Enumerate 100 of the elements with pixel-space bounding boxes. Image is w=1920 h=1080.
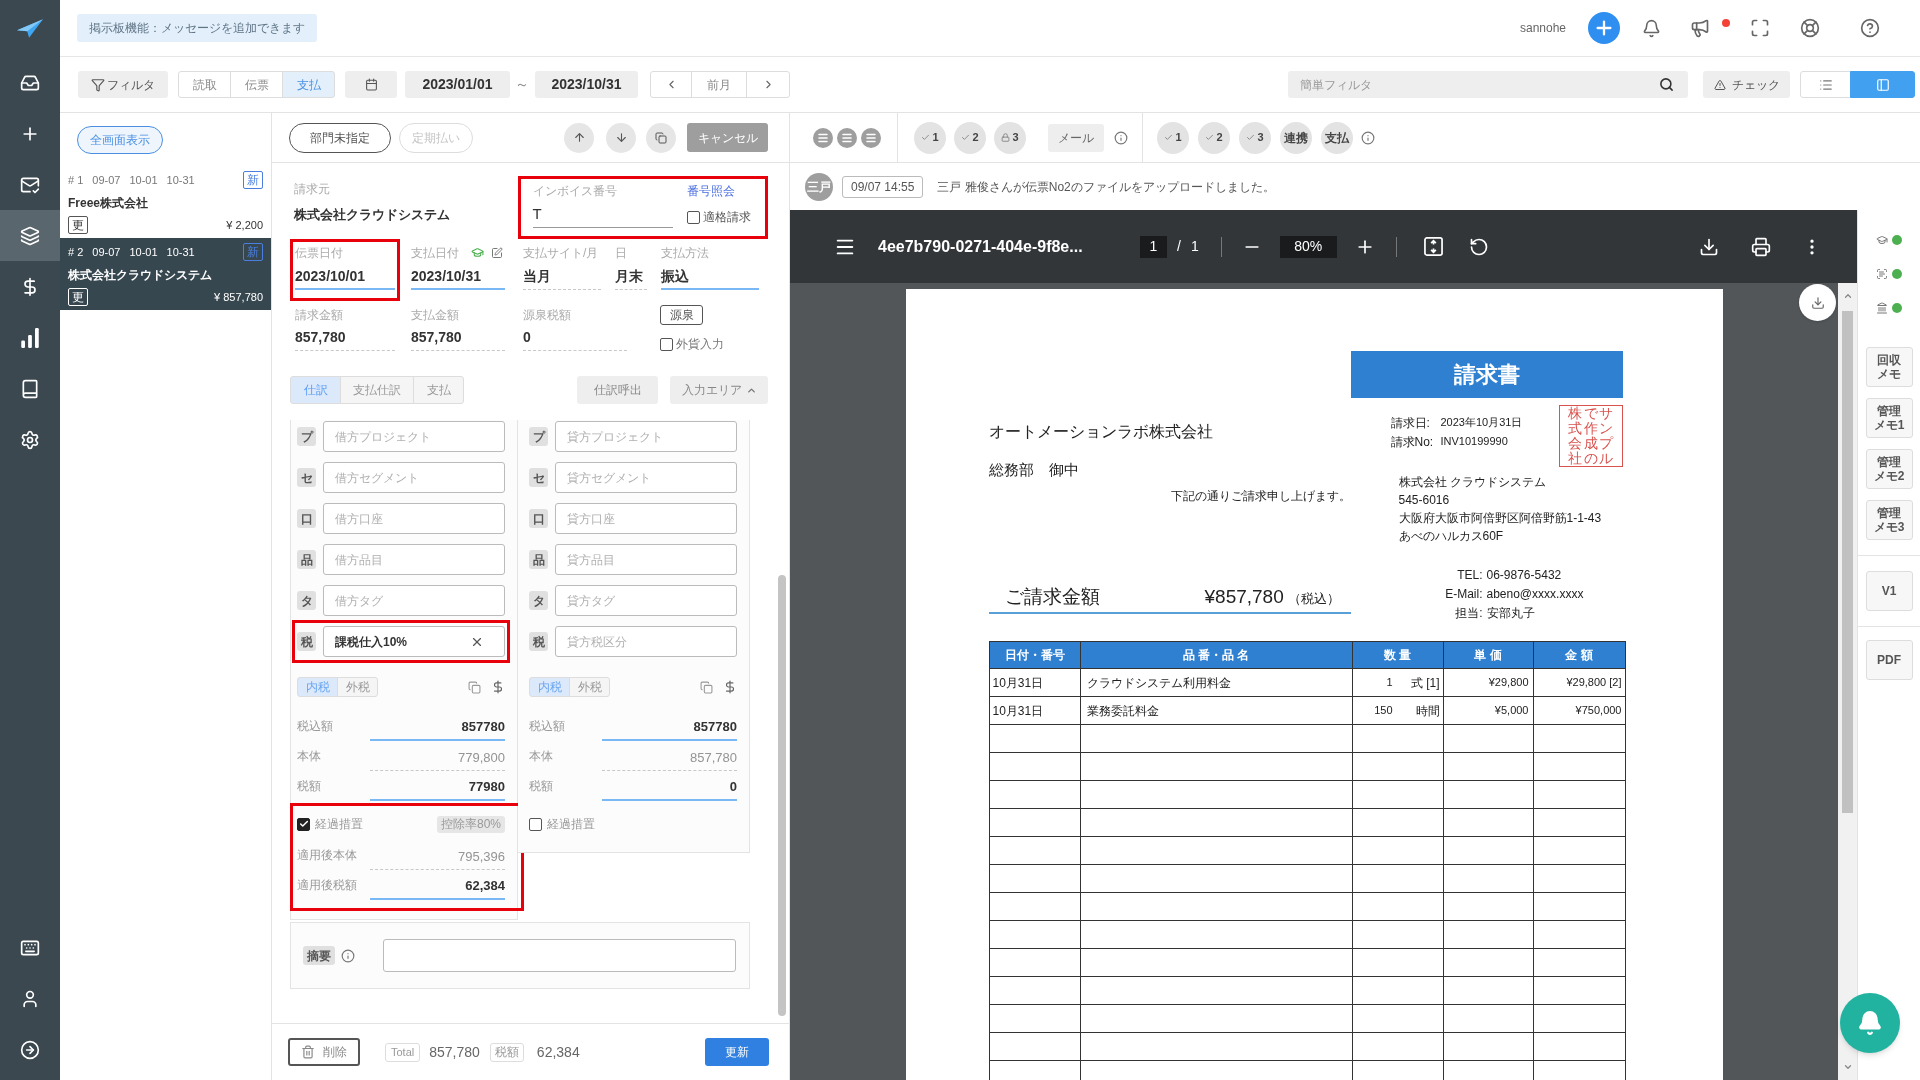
status-button[interactable]: 3 [1239,121,1271,154]
check-button[interactable]: チェック [1703,71,1790,98]
withholding-button[interactable]: 源泉 [660,305,703,325]
scroll-down-icon[interactable] [1842,1062,1853,1072]
mail-button[interactable]: メール [1048,123,1104,152]
download-icon[interactable] [1799,284,1836,321]
input-field[interactable]: 振込 [661,264,759,290]
input-field[interactable]: 貸方プロジェクト [555,421,737,452]
lookup-link[interactable]: 番号照会 [686,182,751,200]
view-toggle[interactable] [1850,71,1915,98]
scrollbar-thumb[interactable] [778,575,786,1016]
checkbox[interactable] [660,337,673,351]
input-field[interactable]: 借方プロジェクト [323,421,505,452]
field-label: 支払サイト/月 [523,244,599,262]
amount-label: 本体 [297,748,322,765]
help-icon[interactable] [1860,18,1880,38]
list-item[interactable]: # 2 09-07 10-01 10-31 新 株式会社クラウドシステム 更 ¥ 857,780 [60,238,271,310]
input-field[interactable]: 借方口座 [323,503,505,534]
copy-icon[interactable] [700,680,713,694]
status-button[interactable]: 連携 [1280,121,1312,154]
filter-button[interactable]: フィルタ [78,71,168,98]
nav-button[interactable] [0,210,60,261]
checkbox[interactable] [686,210,700,224]
input-field[interactable]: 貸方タグ [555,585,737,616]
table-cell: ¥29,800 [2] [1533,668,1625,697]
fullscreen-icon[interactable] [1750,18,1770,38]
megaphone-icon[interactable] [1690,18,1710,38]
info-icon[interactable] [341,948,355,963]
input-field[interactable]: 貸方品目 [555,544,737,575]
input-field[interactable]: 62,384 [370,874,505,900]
memo-button[interactable]: 管理メモ3 [1865,500,1913,540]
vendor-name: 株式会社クラウドシステム [68,267,213,284]
input-field[interactable]: 2023/10/31 [411,264,505,290]
scroll-up-icon[interactable] [1842,291,1853,301]
update-button[interactable]: 更新 [705,1038,769,1066]
status-button[interactable]: 2 [954,121,986,154]
input-field[interactable]: 857780 [370,715,505,741]
field-tag: 品 [529,550,548,569]
scrollbar[interactable] [1838,283,1857,1080]
contact-value: 安部丸子 [1486,604,1535,622]
input-field[interactable]: 貸方税区分 [555,626,737,657]
dollar-icon[interactable] [723,680,737,694]
lifebuoy-icon[interactable] [1800,18,1820,38]
checkbox[interactable] [297,817,310,831]
status-button[interactable]: 1 [1157,121,1189,154]
input-field[interactable]: 77980 [370,775,505,801]
edit-icon[interactable] [491,246,503,259]
input-field[interactable]: 貸方セグメント [555,462,737,493]
plus-icon[interactable] [1588,12,1620,44]
print-icon[interactable] [1751,236,1771,257]
status-button[interactable]: 1 [914,121,946,154]
search-field[interactable]: 簡単フィルタ [1288,71,1688,98]
input-field[interactable]: 借方品目 [323,544,505,575]
checkbox[interactable] [529,817,542,831]
invoice-number-field[interactable]: T [532,202,673,228]
info-icon[interactable] [1114,130,1128,145]
readonly-field: 0 [523,325,627,351]
date-field[interactable]: 2023/01/01 [405,71,510,98]
rotate-icon[interactable] [1468,236,1489,257]
copy-icon[interactable] [646,122,676,153]
status-button[interactable]: 3 [994,121,1026,154]
mode-tab[interactable]: 伝票 [230,71,283,98]
input-field[interactable]: 2023/10/01 [295,264,395,290]
arrow-down-icon[interactable] [606,122,636,153]
page-number-field[interactable]: 1 [1140,235,1167,258]
previous-month-button[interactable]: 前月 [691,71,747,98]
range-separator: ～ [515,75,529,94]
dollar-icon[interactable] [491,680,505,694]
fit-page-icon[interactable] [1423,237,1443,256]
input-field[interactable]: 借方タグ [323,585,505,616]
version-button[interactable]: V1 [1865,571,1913,611]
delete-button[interactable]: 削除 [288,1038,360,1066]
status-button[interactable]: 2 [1198,121,1230,154]
zoom-field[interactable]: 80% [1279,235,1337,258]
tax-included-note: （税込） [1287,590,1340,608]
scrollbar-thumb[interactable] [1842,311,1853,813]
mode-tab[interactable]: 読取 [178,71,231,98]
input-field[interactable]: 0 [602,775,737,801]
info-icon[interactable] [1361,130,1375,145]
download-icon[interactable] [1699,236,1719,257]
quantity-value: 1 [1385,675,1393,691]
calendar-button[interactable] [345,71,397,98]
input-field[interactable]: 857780 [602,715,737,741]
column-header: 金 額 [1533,641,1625,669]
memo-input[interactable] [383,939,736,972]
status-button[interactable]: 支払 [1321,121,1353,154]
memo-button[interactable]: 管理メモ2 [1865,449,1913,489]
memo-button[interactable]: 管理メモ1 [1865,398,1913,438]
select-field[interactable]: 課税仕入10% [323,626,505,657]
check-icon [1164,133,1174,142]
memo-button[interactable]: 回収メモ [1865,347,1913,387]
input-field[interactable]: 借方セグメント [323,462,505,493]
date-field[interactable]: 2023/10/31 [535,71,638,98]
copy-icon[interactable] [468,680,481,694]
arrow-up-icon[interactable] [564,122,594,153]
pdf-button[interactable]: PDF [1865,640,1913,680]
checkbox-label: 外貨入力 [676,336,724,353]
contact-value: abeno@xxxx.xxxx [1486,585,1584,603]
input-field[interactable]: 貸方口座 [555,503,737,534]
bell-icon[interactable] [1642,18,1661,38]
